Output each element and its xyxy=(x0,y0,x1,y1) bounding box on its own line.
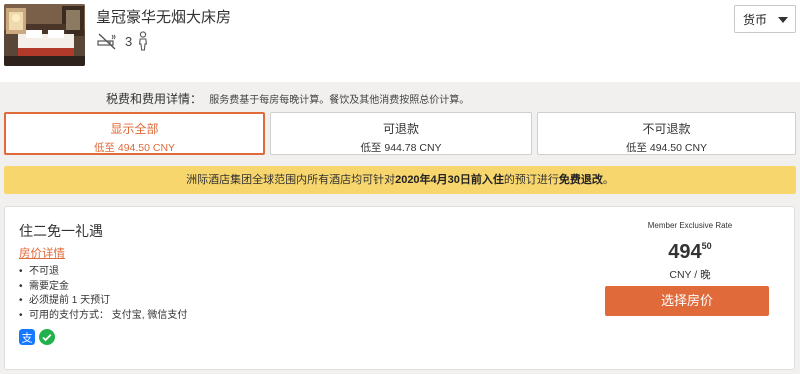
banner-date: 2020年4月30日前入住 xyxy=(395,174,504,186)
room-photo[interactable] xyxy=(4,4,85,66)
banner-text-end: 。 xyxy=(602,174,614,186)
banner-free: 免费退改 xyxy=(558,174,603,186)
rate-card: 住二免一礼遇 房价详情 • 不可退 • 需要定金 • 必须提前 1 天预订 • 可用的支… xyxy=(4,206,795,370)
policy-item: • 需要定金 xyxy=(19,280,69,292)
policy-item: • 不可退 xyxy=(19,266,59,277)
tab-label: 可退款 xyxy=(382,122,419,136)
price-unit: CNY / 晚 xyxy=(669,269,711,281)
policy-item: • 必须提前 1 天预订 xyxy=(19,295,111,306)
tab-refundable[interactable]: 可退款 低至 944.78 CNY xyxy=(270,112,532,155)
no-smoking-icon xyxy=(97,33,116,50)
rate-filter-tabs: 显示全部 低至 494.50 CNY 可退款 低至 944.78 CNY 不可退… xyxy=(0,112,800,155)
caret-down-icon xyxy=(778,17,788,23)
tab-show-all[interactable]: 显示全部 低至 494.50 CNY xyxy=(4,112,265,155)
free-cancellation-banner: 洲际酒店集团全球范围内所有酒店均可针对2020年4月30日前入住的预订进行免费退… xyxy=(4,166,796,194)
currency-select[interactable]: 货币 xyxy=(734,5,796,33)
member-rate-label: Member Exclusive Rate xyxy=(647,221,733,230)
occupancy-count: 3 xyxy=(125,33,133,49)
fees-info: 税费和费用详情： 服务费基于每房每晚计算。餐饮及其他消费按照总价计算。 xyxy=(106,90,469,107)
rate-details-link[interactable]: 房价详情 xyxy=(19,245,65,261)
alipay-icon: 支 xyxy=(19,329,35,345)
price-integer: 494 xyxy=(668,241,702,263)
payment-methods: 支 xyxy=(19,329,59,345)
select-rate-button[interactable]: 选择房价 xyxy=(605,286,769,316)
policy-item: • 可用的支付方式： 支付宝, 微信支付 xyxy=(19,309,188,321)
banner-text-pre: 洲际酒店集团全球范围内所有酒店均可针对 xyxy=(186,174,396,186)
fees-label: 税费和费用详情： xyxy=(106,92,203,106)
tab-price: 低至 494.50 CNY xyxy=(625,142,708,154)
room-header: 皇冠豪华无烟大床房 3 货币 xyxy=(0,0,800,82)
policy-list: • 不可退 • 需要定金 • 必须提前 1 天预订 • 可用的支付方式： 支付宝, 微信… xyxy=(19,265,187,323)
tab-non-refundable[interactable]: 不可退款 低至 494.50 CNY xyxy=(537,112,796,155)
tab-label: 显示全部 xyxy=(110,122,159,136)
banner-text-mid: 的预订进行 xyxy=(503,174,559,186)
offer-title: 住二免一礼遇 xyxy=(19,223,103,239)
tab-price: 低至 494.50 CNY xyxy=(93,142,176,154)
rate-price: 49450 xyxy=(605,241,775,264)
currency-label: 货币 xyxy=(743,12,768,27)
fees-text: 服务费基于每房每晚计算。餐饮及其他消费按照总价计算。 xyxy=(209,95,470,106)
room-amenities: 3 xyxy=(96,30,149,52)
tab-label: 不可退款 xyxy=(642,122,691,136)
wechat-pay-icon xyxy=(39,329,55,345)
person-icon xyxy=(139,31,148,51)
tab-price: 低至 944.78 CNY xyxy=(360,142,442,154)
svg-text:支: 支 xyxy=(22,332,33,345)
rate-section: 税费和费用详情： 服务费基于每房每晚计算。餐饮及其他消费按照总价计算。 显示全部… xyxy=(0,82,800,374)
room-title: 皇冠豪华无烟大床房 xyxy=(96,9,232,26)
price-decimal: 50 xyxy=(701,241,712,251)
